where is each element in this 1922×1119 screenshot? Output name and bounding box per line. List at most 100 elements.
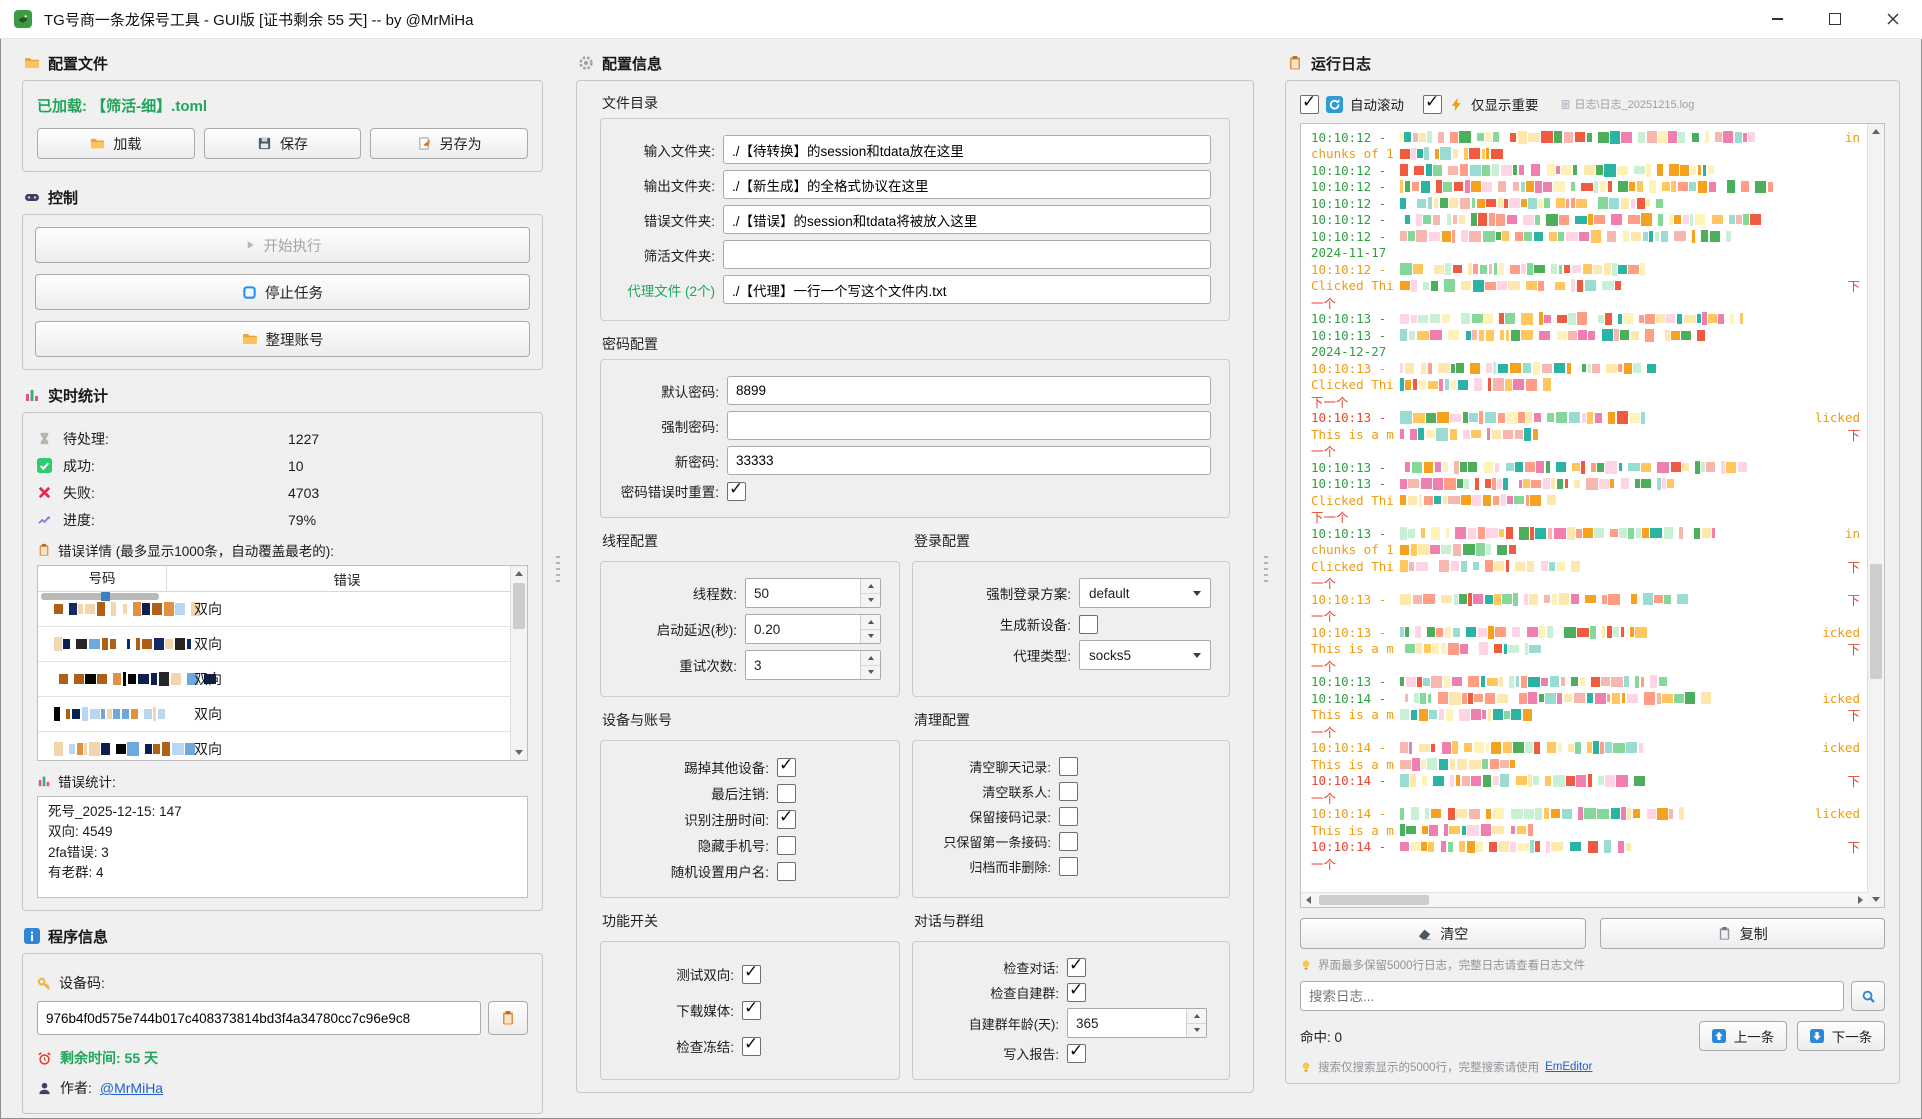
- log-output[interactable]: 10:10:12 - inchunks of 110:10:12 - 10:10…: [1300, 123, 1885, 908]
- proxy-type-select[interactable]: socks5: [1079, 640, 1211, 670]
- log-vscrollbar[interactable]: [1867, 124, 1884, 907]
- error-table-header: 号码 错误: [38, 566, 527, 592]
- splitter-handle[interactable]: [556, 556, 560, 582]
- log-line: 一个: [1311, 608, 1860, 625]
- error-stats-text[interactable]: 死号_2025-12-15: 147 双向: 4549 2fa错误: 3 有老群…: [37, 796, 528, 898]
- prev-match-button[interactable]: 上一条: [1699, 1021, 1787, 1051]
- output-folder-field[interactable]: [723, 170, 1211, 199]
- organize-button[interactable]: 整理账号: [35, 321, 530, 357]
- table-hscrollbar[interactable]: [41, 593, 159, 600]
- kick-devices-checkbox[interactable]: [777, 758, 796, 777]
- important-only-checkbox[interactable]: [1423, 95, 1442, 114]
- last-logout-checkbox[interactable]: [777, 784, 796, 803]
- log-line: 一个: [1311, 657, 1860, 674]
- splitter-handle[interactable]: [1264, 556, 1268, 582]
- proxy-file-row: 代理文件 (2个): [619, 275, 1211, 304]
- input-folder-field[interactable]: [723, 135, 1211, 164]
- save-button[interactable]: 保存: [204, 128, 362, 159]
- hit-count: 命中: 0: [1300, 1026, 1342, 1046]
- keep-first-sms-checkbox[interactable]: [1059, 832, 1078, 851]
- table-vscrollbar[interactable]: [510, 566, 527, 760]
- table-row[interactable]: 双向: [38, 662, 527, 697]
- stat-success: 成功: 10: [37, 452, 528, 479]
- clear-log-button[interactable]: 清空: [1300, 918, 1586, 949]
- info-icon: [24, 928, 40, 944]
- clear-contacts-checkbox[interactable]: [1059, 782, 1078, 801]
- autoscroll-checkbox[interactable]: [1300, 95, 1319, 114]
- new-password-field[interactable]: [727, 446, 1211, 475]
- play-icon: [244, 239, 256, 251]
- keep-sms-checkbox[interactable]: [1059, 807, 1078, 826]
- save-as-button[interactable]: 另存为: [370, 128, 528, 159]
- groups-group: 检查对话: 检查自建群: 自建群年龄(天): 365 写入报告:: [912, 941, 1230, 1080]
- delay-stepper[interactable]: 0.20: [745, 614, 881, 644]
- search-icon: [1861, 989, 1876, 1004]
- test-bidir-checkbox[interactable]: [742, 965, 761, 984]
- hide-phone-checkbox[interactable]: [777, 836, 796, 855]
- lightning-icon: [1449, 97, 1464, 112]
- author-link[interactable]: @MrMiHa: [100, 1080, 163, 1096]
- maximize-button[interactable]: [1806, 0, 1864, 38]
- search-input[interactable]: [1300, 981, 1844, 1011]
- key-icon: [37, 976, 52, 991]
- emeditor-link[interactable]: EmEditor: [1545, 1061, 1592, 1073]
- table-row[interactable]: 双向: [38, 627, 527, 662]
- new-device-checkbox[interactable]: [1079, 615, 1098, 634]
- clear-chats-checkbox[interactable]: [1059, 757, 1078, 776]
- table-row[interactable]: 双向: [38, 732, 527, 761]
- log-line: 10:10:12 -: [1311, 195, 1860, 212]
- check-icon: [37, 458, 63, 473]
- copy-log-button[interactable]: 复制: [1600, 918, 1886, 949]
- app-icon: [14, 10, 32, 28]
- group-age-stepper[interactable]: 365: [1067, 1008, 1207, 1038]
- error-cell: 双向: [194, 634, 222, 654]
- download-media-checkbox[interactable]: [742, 1001, 761, 1020]
- bar-chart-icon: [24, 387, 40, 403]
- threads-stepper[interactable]: 50: [745, 578, 881, 608]
- reset-on-error-checkbox[interactable]: [727, 482, 746, 501]
- device-code-field[interactable]: [37, 1001, 481, 1035]
- login-scheme-select[interactable]: default: [1079, 578, 1211, 608]
- login-title: 登录配置: [914, 531, 1230, 551]
- check-own-groups-checkbox[interactable]: [1067, 983, 1086, 1002]
- log-line: chunks of 1: [1311, 542, 1860, 559]
- floppy-icon: [257, 136, 272, 151]
- error-folder-field[interactable]: [723, 205, 1211, 234]
- random-username-checkbox[interactable]: [777, 862, 796, 881]
- remaining-time: 剩余时间: 55 天: [37, 1045, 528, 1071]
- col-number[interactable]: 号码: [38, 566, 167, 591]
- stop-button[interactable]: 停止任务: [35, 274, 530, 310]
- close-button[interactable]: [1864, 0, 1922, 38]
- clipboard-icon: [500, 1010, 516, 1026]
- log-line: 下一个: [1311, 393, 1860, 410]
- archive-not-delete-checkbox[interactable]: [1059, 857, 1078, 876]
- write-report-checkbox[interactable]: [1067, 1044, 1086, 1063]
- filter-folder-field[interactable]: [723, 240, 1211, 269]
- proxy-file-field[interactable]: [723, 275, 1211, 304]
- success-value: 10: [288, 458, 528, 474]
- gear-icon: [578, 55, 594, 71]
- retry-stepper[interactable]: 3: [745, 650, 881, 680]
- log-line: 10:10:13 - in: [1311, 525, 1860, 542]
- check-frozen-checkbox[interactable]: [742, 1037, 761, 1056]
- default-password-field[interactable]: [727, 376, 1211, 405]
- minimize-button[interactable]: [1748, 0, 1806, 38]
- force-password-field[interactable]: [727, 411, 1211, 440]
- log-hscrollbar[interactable]: [1301, 892, 1868, 907]
- next-match-button[interactable]: 下一条: [1797, 1021, 1885, 1051]
- log-line: 2024-11-17: [1311, 245, 1860, 262]
- start-button[interactable]: 开始执行: [35, 227, 530, 263]
- alarm-icon: [37, 1051, 52, 1066]
- load-button[interactable]: 加载: [37, 128, 195, 159]
- author-row: 作者: @MrMiHa: [37, 1075, 528, 1101]
- col-error[interactable]: 错误: [167, 569, 527, 589]
- table-row[interactable]: 双向: [38, 697, 527, 732]
- save-as-icon: [417, 136, 432, 151]
- password-group: 默认密码: 强制密码: 新密码: 密码错误时重置:: [600, 359, 1230, 518]
- detect-regtime-checkbox[interactable]: [777, 810, 796, 829]
- check-dialogs-checkbox[interactable]: [1067, 958, 1086, 977]
- search-button[interactable]: [1851, 981, 1885, 1011]
- censored-phone-number: [48, 707, 168, 721]
- copy-device-code-button[interactable]: [488, 1001, 528, 1035]
- censored-phone-number: [48, 672, 168, 686]
